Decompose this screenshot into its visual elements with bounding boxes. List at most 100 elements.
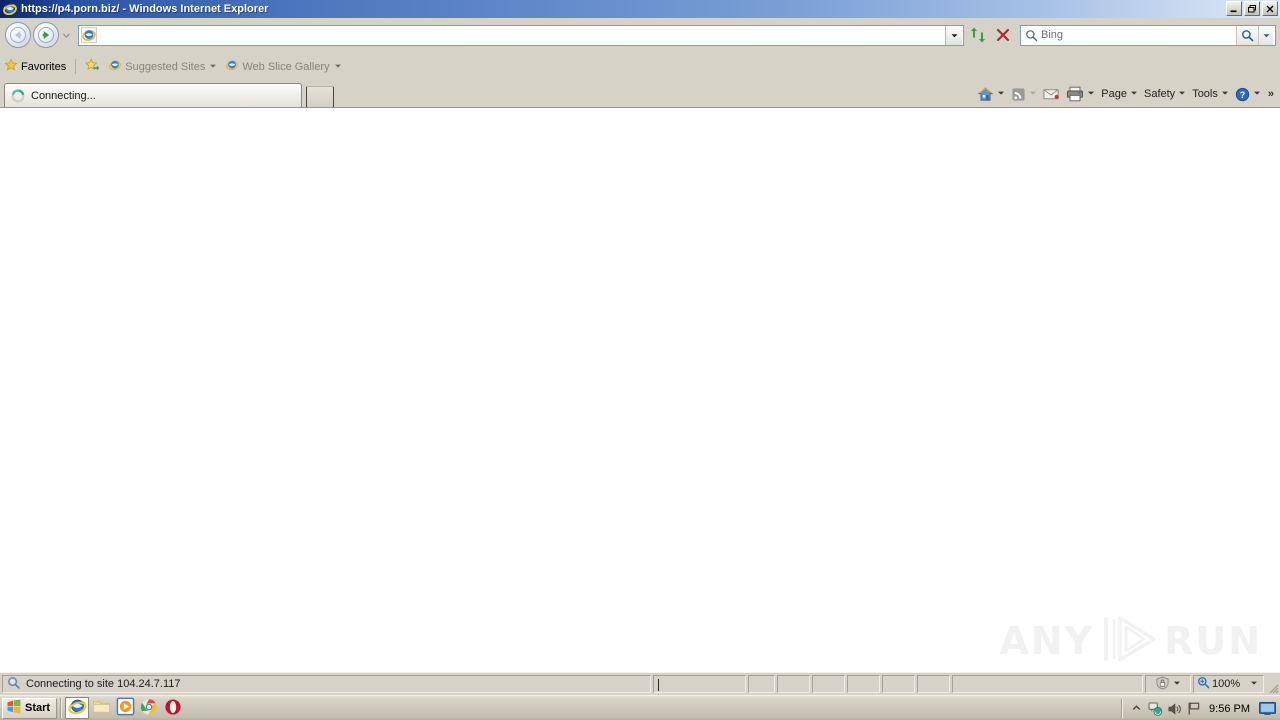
suggested-sites-button[interactable]: Suggested Sites — [104, 57, 221, 76]
page-viewport[interactable]: ANY RUN — [0, 108, 1280, 672]
print-button[interactable] — [1063, 84, 1098, 104]
search-box[interactable]: Bing — [1020, 24, 1276, 46]
star-icon — [4, 58, 18, 75]
read-mail-button[interactable] — [1040, 84, 1063, 104]
tools-menu-button[interactable]: Tools — [1189, 84, 1232, 104]
close-button[interactable] — [1262, 1, 1278, 16]
chevron-down-icon[interactable] — [1029, 88, 1037, 100]
window-controls — [1226, 1, 1278, 16]
taskbar-opera-button[interactable] — [161, 697, 185, 719]
safety-menu-button[interactable]: Safety — [1141, 84, 1189, 104]
zoom-control[interactable]: 100% — [1193, 675, 1264, 693]
internet-zone-icon — [1155, 675, 1170, 693]
taskbar-chrome-button[interactable] — [137, 697, 161, 719]
chevron-down-icon[interactable] — [997, 88, 1005, 100]
refresh-button[interactable] — [967, 24, 989, 46]
loading-spinner-icon — [11, 88, 25, 103]
new-tab-button[interactable] — [306, 86, 334, 107]
web-slice-gallery-label: Web Slice Gallery — [242, 60, 330, 73]
address-dropdown-button[interactable] — [945, 25, 962, 45]
favorites-button[interactable]: Favorites — [0, 57, 70, 76]
watermark-right-text: RUN — [1164, 618, 1262, 663]
add-to-favorites-bar-button[interactable] — [81, 57, 104, 76]
minimize-button[interactable] — [1226, 1, 1242, 16]
help-icon: ? — [1235, 87, 1250, 102]
status-pane-3 — [748, 675, 775, 693]
search-input[interactable]: Bing — [1038, 29, 1236, 41]
chevron-down-icon[interactable] — [209, 61, 217, 73]
title-bar[interactable]: https://p4.porn.biz/ - Windows Internet … — [0, 0, 1280, 18]
chevron-down-icon[interactable] — [1178, 88, 1186, 100]
internet-explorer-icon — [68, 697, 87, 719]
anyrun-watermark: ANY RUN — [999, 615, 1262, 666]
volume-icon[interactable] — [1165, 698, 1184, 720]
home-icon — [977, 86, 994, 103]
chevron-down-icon[interactable] — [1173, 678, 1181, 690]
zoom-icon — [1197, 676, 1210, 692]
network-icon[interactable] — [1146, 698, 1165, 720]
clock[interactable]: 9:56 PM — [1209, 703, 1250, 715]
favorites-bar: Favorites Suggested Sites Web Slice Gall… — [0, 56, 1280, 77]
status-zone-pane — [952, 675, 1143, 693]
status-message-pane: Connecting to site 104.24.7.117 — [2, 675, 651, 693]
home-button[interactable] — [974, 84, 1008, 104]
status-pane-2 — [653, 675, 746, 693]
internet-explorer-icon — [108, 58, 122, 75]
show-hidden-icons-button[interactable] — [1127, 698, 1146, 720]
start-button[interactable]: Start — [2, 697, 58, 719]
chevron-down-icon[interactable] — [334, 61, 342, 73]
start-label: Start — [25, 702, 51, 714]
recent-pages-dropdown[interactable] — [60, 22, 72, 48]
forward-button[interactable] — [33, 22, 59, 48]
address-bar[interactable] — [78, 24, 964, 46]
rss-feed-icon — [1011, 87, 1026, 102]
taskbar-internet-explorer-button[interactable] — [65, 697, 90, 719]
status-pane-4 — [777, 675, 810, 693]
status-pane-5 — [812, 675, 845, 693]
navigation-toolbar: Bing — [0, 20, 1280, 50]
suggested-sites-label: Suggested Sites — [125, 60, 206, 73]
status-pane-6 — [847, 675, 880, 693]
watermark-left-text: ANY — [999, 618, 1095, 663]
windows-logo-icon — [6, 699, 22, 717]
chevron-down-icon[interactable] — [1087, 88, 1095, 100]
search-go-button[interactable] — [1236, 25, 1258, 45]
feeds-button[interactable] — [1008, 84, 1040, 104]
help-menu-button[interactable]: ? — [1232, 84, 1264, 104]
status-pane-8 — [917, 675, 950, 693]
tray-separator — [1121, 698, 1124, 719]
tools-menu-label: Tools — [1192, 88, 1218, 100]
security-zone-button[interactable] — [1145, 675, 1191, 693]
chevron-down-icon[interactable] — [1221, 88, 1229, 100]
web-slice-gallery-button[interactable]: Web Slice Gallery — [221, 57, 345, 76]
action-flag-icon[interactable] — [1184, 698, 1203, 720]
page-menu-button[interactable]: Page — [1098, 84, 1141, 104]
chevron-down-icon[interactable] — [1250, 678, 1258, 690]
tab-connecting[interactable]: Connecting... — [4, 83, 302, 107]
search-icon — [1025, 29, 1038, 42]
internet-explorer-window: https://p4.porn.biz/ - Windows Internet … — [0, 0, 1280, 720]
opera-icon — [164, 698, 182, 719]
status-caret — [658, 679, 659, 691]
anyrun-play-logo-icon — [1098, 615, 1160, 666]
address-favicon — [81, 27, 97, 43]
quick-launch-separator — [60, 698, 63, 718]
favorites-separator — [75, 59, 77, 74]
back-button[interactable] — [5, 22, 31, 48]
chevron-down-icon[interactable] — [1253, 88, 1261, 100]
internet-explorer-icon — [225, 58, 239, 75]
restore-button[interactable] — [1244, 1, 1260, 16]
taskbar-media-player-button[interactable] — [113, 697, 137, 719]
chevron-down-icon[interactable] — [1130, 88, 1138, 100]
internet-explorer-icon[interactable] — [3, 2, 17, 16]
svg-text:?: ? — [1240, 89, 1245, 99]
command-bar-overflow-button[interactable]: » — [1264, 84, 1278, 104]
monitor-icon[interactable] — [1256, 698, 1278, 720]
taskbar-folder-button[interactable] — [89, 697, 113, 719]
resize-grip[interactable] — [1264, 673, 1280, 695]
status-bar: Connecting to site 104.24.7.117 100% — [0, 672, 1280, 695]
address-input[interactable] — [97, 26, 945, 44]
search-options-button[interactable] — [1258, 25, 1273, 45]
stop-button[interactable] — [992, 24, 1014, 46]
tab-label: Connecting... — [31, 89, 96, 102]
